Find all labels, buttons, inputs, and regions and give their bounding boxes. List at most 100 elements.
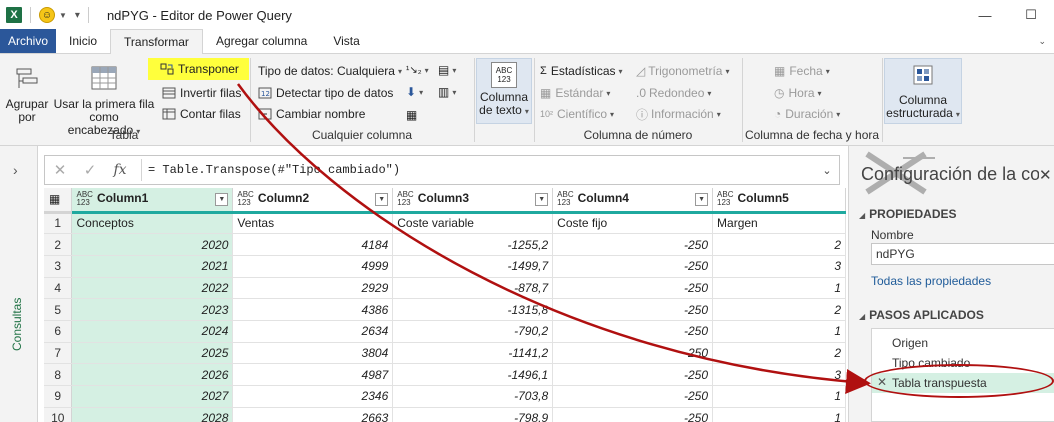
table-cell[interactable]: 2929 [232,277,394,300]
table-cell[interactable]: -1255,2 [392,233,554,256]
row-number[interactable]: 3 [44,255,73,278]
row-number[interactable]: 2 [44,233,73,256]
cancel-formula-icon[interactable]: ✕ [45,161,75,179]
group-by-button[interactable]: Agrupar por [4,64,50,124]
tab-vista[interactable]: Vista [320,29,372,53]
tab-inicio[interactable]: Inicio [56,29,110,53]
smiley-feedback-icon[interactable]: ☺ [39,7,55,23]
table-cell[interactable]: -250 [552,385,714,408]
pivot-column-button[interactable]: ▥ ▾ [438,82,456,102]
table-cell[interactable]: 2028 [71,407,234,422]
table-cell[interactable]: -790,2 [392,320,554,343]
row-number[interactable]: 9 [44,385,73,408]
table-cell[interactable]: Coste variable [392,212,554,235]
column-filter-icon[interactable]: ▼ [215,193,229,206]
table-cell[interactable]: -1499,7 [392,255,554,278]
column-filter-icon[interactable]: ▼ [375,193,389,206]
table-cell[interactable]: -250 [552,342,714,365]
table-cell[interactable]: Margen [712,212,846,235]
table-cell[interactable]: -250 [552,320,714,343]
table-cell[interactable]: -250 [552,255,714,278]
feedback-dropdown-icon[interactable]: ▼ [59,11,67,20]
table-cell[interactable]: -798,9 [392,407,554,422]
table-cell[interactable]: 4386 [232,298,394,321]
tab-archivo[interactable]: Archivo [0,29,57,53]
table-cell[interactable]: 2022 [71,277,234,300]
collapse-ribbon-icon[interactable]: ⌄ [1038,36,1046,47]
any-type-icon[interactable]: ABC 123 [76,191,92,207]
table-cell[interactable]: -703,8 [392,385,554,408]
table-cell[interactable]: Ventas [232,212,394,235]
properties-section-header[interactable]: ◢ PROPIEDADES [859,207,957,221]
query-name-input[interactable]: ndPYG [871,243,1054,265]
column-header-column3[interactable]: ABC 123 Column3 ▼ [392,188,554,214]
any-type-icon[interactable]: ABC 123 [717,191,733,207]
table-cell[interactable]: 3804 [232,342,394,365]
customize-quick-access-icon[interactable]: ▾ [75,10,80,21]
rounding-dropdown[interactable]: .0 Redondeo ▾ [636,84,711,102]
column-header-column4[interactable]: ABC 123 Column4 ▼ [552,188,714,214]
date-dropdown[interactable]: ▦ Fecha ▾ [774,62,830,80]
information-dropdown[interactable]: ⓘ Información ▾ [636,105,721,123]
table-cell[interactable]: 1 [712,277,846,300]
table-cell[interactable]: 1 [712,320,846,343]
reverse-rows-button[interactable]: Invertir filas [162,84,241,102]
table-cell[interactable]: 1 [712,385,846,408]
row-number[interactable]: 6 [44,320,73,343]
table-cell[interactable]: 2023 [71,298,234,321]
table-cell[interactable]: 3 [712,363,846,386]
table-cell[interactable]: -250 [552,298,714,321]
table-cell[interactable]: 2027 [71,385,234,408]
table-cell[interactable]: -1315,8 [392,298,554,321]
rename-button[interactable]: Cambiar nombre [258,105,365,123]
table-cell[interactable]: 2024 [71,320,234,343]
scientific-dropdown[interactable]: 10² Científico ▾ [540,105,614,123]
table-cell[interactable]: 2026 [71,363,234,386]
expand-formula-bar-icon[interactable]: ⌄ [815,164,839,177]
column-header-column2[interactable]: ABC 123 Column2 ▼ [232,188,394,214]
replace-values-button[interactable]: ¹↘₂ ▾ [406,60,429,80]
trigonometry-dropdown[interactable]: ◿ Trigonometría ▾ [636,62,730,80]
row-number[interactable]: 10 [44,407,73,422]
table-cell[interactable]: 4999 [232,255,394,278]
time-dropdown[interactable]: ◷ Hora ▾ [774,84,822,102]
table-cell[interactable]: 2 [712,298,846,321]
column-header-column1[interactable]: ABC 123 Column1 ▼ [71,188,234,214]
insert-function-icon[interactable]: fx [105,162,135,178]
applied-steps-section-header[interactable]: ◢ PASOS APLICADOS [859,308,984,322]
row-number[interactable]: 7 [44,342,73,365]
expand-queries-icon[interactable]: › [13,162,18,178]
table-cell[interactable]: -250 [552,277,714,300]
table-menu-corner[interactable]: ▦ [44,188,73,214]
table-cell[interactable]: -250 [552,407,714,422]
table-cell[interactable]: -250 [552,363,714,386]
column-header-column5[interactable]: ABC 123 Column5 [712,188,846,214]
any-type-icon[interactable]: ABC 123 [557,191,573,207]
any-type-icon[interactable]: ABC 123 [397,191,413,207]
text-column-button[interactable]: ABC 123 Columna de texto ▾ [476,58,532,124]
table-cell[interactable]: 2020 [71,233,234,256]
structured-column-button[interactable]: Columna estructurada ▾ [884,58,962,124]
data-type-dropdown[interactable]: Tipo de datos: Cualquiera ▾ [258,62,402,80]
statistics-dropdown[interactable]: Σ Estadísticas ▾ [540,62,623,80]
table-cell[interactable]: 2021 [71,255,234,278]
formula-input[interactable]: = Table.Transpose(#"Tipo cambiado") [148,163,815,177]
fill-down-button[interactable]: ⬇ ▾ [406,82,423,102]
count-rows-button[interactable]: Contar filas [162,105,241,123]
tab-transformar[interactable]: Transformar [110,29,203,54]
queries-pane-collapsed[interactable]: › Consultas [0,146,38,422]
minimize-button[interactable]: — [962,0,1008,30]
table-cell[interactable]: -250 [552,233,714,256]
close-query-settings-icon[interactable]: ✕ [1039,166,1052,184]
standard-dropdown[interactable]: ▦ Estándar ▾ [540,84,610,102]
row-number[interactable]: 1 [44,212,73,235]
row-number[interactable]: 8 [44,363,73,386]
table-cell[interactable]: 4184 [232,233,394,256]
step-origen[interactable]: Origen [872,333,1054,353]
table-cell[interactable]: -1141,2 [392,342,554,365]
fill-button[interactable]: ▤ ▾ [438,60,456,80]
use-first-row-headers-button[interactable]: Usar la primera fila como encabezado ▾ [52,64,156,138]
column-filter-icon[interactable]: ▼ [535,193,549,206]
table-cell[interactable]: Conceptos [71,212,234,235]
duration-dropdown[interactable]: ◔ Duración ▾ [774,105,840,123]
